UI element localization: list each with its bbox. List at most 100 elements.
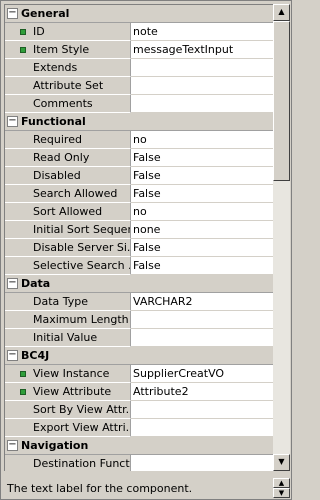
property-value-field[interactable]: False [131,185,273,203]
property-value-field[interactable] [131,329,273,347]
property-value-field[interactable]: VARCHAR2 [131,293,273,311]
property-name-cell[interactable]: Comments [5,95,131,113]
property-name-cell[interactable]: Disabled [5,167,131,185]
property-name-cell[interactable]: Attribute Set [5,77,131,95]
property-name-cell[interactable]: Disable Server Si... [5,239,131,257]
property-row[interactable]: Initial Sort Sequen...none [5,221,273,239]
property-inspector: − General ID note Item Style messageTextInput… [0,0,292,500]
property-value-field[interactable] [131,311,273,329]
property-name-cell[interactable]: Required [5,131,131,149]
property-name-cell[interactable]: View Attribute [5,383,131,401]
property-row[interactable]: View Attribute Attribute2 [5,383,273,401]
property-value-field[interactable]: no [131,203,273,221]
property-name: Disable Server Si... [33,241,131,254]
category-label: BC4J [21,349,50,362]
property-row[interactable]: Item Style messageTextInput [5,41,273,59]
scroll-thumb[interactable] [273,21,290,181]
property-row[interactable]: View Instance SupplierCreatVO [5,365,273,383]
property-name-cell[interactable]: Item Style [5,41,131,59]
description-scroll-up[interactable]: ▲ [273,478,290,488]
scroll-up-button[interactable]: ▲ [273,4,290,21]
category-functional[interactable]: − Functional [5,113,273,131]
property-name-cell[interactable]: ID [5,23,131,41]
description-scroll-down[interactable]: ▼ [273,488,290,498]
property-value-field[interactable] [131,419,273,437]
property-value-field[interactable]: none [131,221,273,239]
arrow-down-icon: ▼ [278,489,285,497]
property-row[interactable]: Initial Value [5,329,273,347]
property-row[interactable]: Attribute Set [5,77,273,95]
property-name-cell[interactable]: Destination Functi... [5,455,131,471]
property-name: Extends [33,61,78,74]
property-row[interactable]: Required no [5,131,273,149]
property-row[interactable]: Comments [5,95,273,113]
property-row[interactable]: Data Type VARCHAR2 [5,293,273,311]
property-row[interactable]: Sort Allowed no [5,203,273,221]
category-data[interactable]: − Data [5,275,273,293]
property-row[interactable]: Selective Search ... False [5,257,273,275]
property-value-field[interactable]: False [131,257,273,275]
property-value-field[interactable] [131,455,273,471]
vertical-scrollbar[interactable]: ▲ ▼ [273,4,290,471]
required-marker-icon [20,389,26,395]
property-name: Export View Attri... [33,421,131,434]
property-name-cell[interactable]: Maximum Length [5,311,131,329]
property-name: Item Style [33,43,90,56]
property-row[interactable]: Export View Attri... [5,419,273,437]
property-value-field[interactable] [131,95,273,113]
property-value-field[interactable]: False [131,167,273,185]
property-name: Required [33,133,82,146]
property-row[interactable]: Read Only False [5,149,273,167]
property-value-field[interactable]: messageTextInput [131,41,273,59]
property-row[interactable]: ID note [5,23,273,41]
property-name: Attribute Set [33,79,104,92]
property-row[interactable]: Search Allowed False [5,185,273,203]
property-name: Read Only [33,151,90,164]
property-name-cell[interactable]: View Instance [5,365,131,383]
arrow-up-icon: ▲ [278,479,285,487]
property-row[interactable]: Destination Functi... [5,455,273,471]
property-value-field[interactable]: Attribute2 [131,383,273,401]
required-marker-icon [20,47,26,53]
category-label: General [21,7,70,20]
property-value-field[interactable] [131,77,273,95]
property-row[interactable]: Extends [5,59,273,77]
property-value-field[interactable]: no [131,131,273,149]
property-value-field[interactable]: False [131,239,273,257]
property-name: Destination Functi... [33,457,130,470]
property-grid: − General ID note Item Style messageTextInput… [4,4,273,471]
property-name-cell[interactable]: Search Allowed [5,185,131,203]
property-name-cell[interactable]: Extends [5,59,131,77]
collapse-toggle-icon[interactable]: − [7,8,18,19]
collapse-toggle-icon[interactable]: − [7,350,18,361]
property-name-cell[interactable]: Selective Search ... [5,257,131,275]
property-name-cell[interactable]: Initial Value [5,329,131,347]
property-name-cell[interactable]: Data Type [5,293,131,311]
property-name-cell[interactable]: Export View Attri... [5,419,131,437]
collapse-toggle-icon[interactable]: − [7,440,18,451]
property-row[interactable]: Disabled False [5,167,273,185]
property-value-field[interactable]: SupplierCreatVO [131,365,273,383]
property-name-cell[interactable]: Read Only [5,149,131,167]
property-row[interactable]: Sort By View Attr... [5,401,273,419]
category-general[interactable]: − General [5,5,273,23]
scroll-down-button[interactable]: ▼ [273,454,290,471]
collapse-toggle-icon[interactable]: − [7,278,18,289]
property-value-field[interactable] [131,59,273,77]
property-value-field[interactable]: note [131,23,273,41]
description-scrollbar[interactable]: ▲ ▼ [273,478,290,499]
property-name-cell[interactable]: Initial Sort Sequen... [5,221,131,239]
category-label: Navigation [21,439,89,452]
property-row[interactable]: Maximum Length [5,311,273,329]
property-name: View Attribute [33,385,112,398]
property-value-field[interactable]: False [131,149,273,167]
category-navigation[interactable]: − Navigation [5,437,273,455]
property-value-field[interactable] [131,401,273,419]
category-label: Data [21,277,51,290]
category-bc4j[interactable]: − BC4J [5,347,273,365]
property-name-cell[interactable]: Sort Allowed [5,203,131,221]
category-label: Functional [21,115,86,128]
collapse-toggle-icon[interactable]: − [7,116,18,127]
property-row[interactable]: Disable Server Si... False [5,239,273,257]
property-name-cell[interactable]: Sort By View Attr... [5,401,131,419]
